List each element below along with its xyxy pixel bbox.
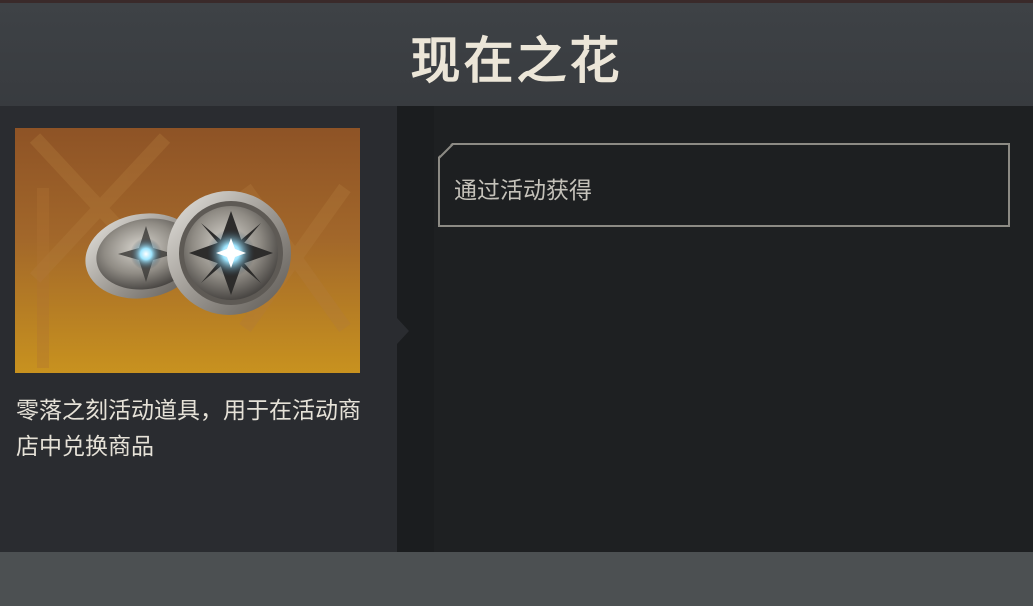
item-description: 零落之刻活动道具，用于在活动商店中兑换商品 <box>16 398 361 460</box>
source-panel: 通过活动获得 <box>397 106 1033 552</box>
bottom-bar <box>0 552 1033 606</box>
panel-connector-arrow <box>397 318 409 344</box>
item-info-panel: 零落之刻活动道具，用于在活动商店中兑换商品 <box>0 106 397 552</box>
page-title: 现在之花 <box>410 31 623 90</box>
source-entry[interactable]: 通过活动获得 <box>438 143 1010 227</box>
item-detail-screen: 现在之花 零落之刻活动道具，用于在活动商店中兑换商品 通过活动获得 <box>0 0 1033 606</box>
coin-flower-icon <box>29 133 351 368</box>
item-image <box>15 128 360 373</box>
header: 现在之花 <box>0 3 1033 106</box>
corner-notch-icon <box>438 143 454 159</box>
source-text: 通过活动获得 <box>454 178 592 204</box>
